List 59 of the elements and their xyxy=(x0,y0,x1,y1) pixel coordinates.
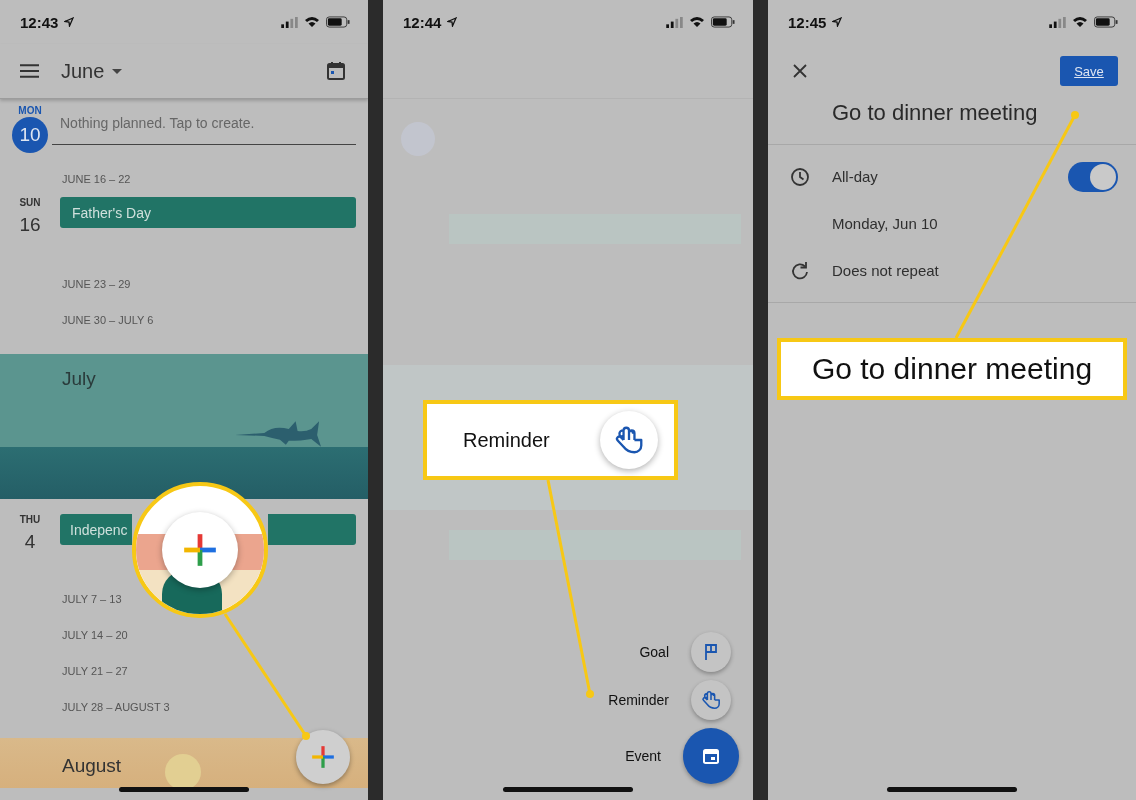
signal-icon xyxy=(1049,16,1066,28)
date-field[interactable]: Monday, Jun 10 xyxy=(832,215,938,232)
location-arrow-icon xyxy=(447,17,458,27)
status-time: 12:43 xyxy=(20,13,59,31)
location-arrow-icon xyxy=(64,17,75,27)
battery-icon xyxy=(711,16,735,28)
week-range-label: JULY 14 – 20 xyxy=(62,629,128,641)
weekday-label: THU xyxy=(19,514,41,525)
location-arrow-icon xyxy=(832,17,843,27)
weekday-label: MON xyxy=(18,105,42,116)
week-range-label: JUNE 30 – JULY 6 xyxy=(62,314,154,326)
signal-icon xyxy=(281,16,298,28)
event-button[interactable] xyxy=(683,728,739,784)
callout-label: Reminder xyxy=(463,428,551,452)
month-heading: July xyxy=(62,368,96,390)
week-range-label: JULY 21 – 27 xyxy=(62,665,128,677)
repeat-icon xyxy=(790,260,810,281)
hand-icon xyxy=(615,425,643,455)
empty-day-prompt[interactable]: Nothing planned. Tap to create. xyxy=(60,115,255,131)
sun-drawing xyxy=(165,754,201,790)
status-time: 12:45 xyxy=(788,13,827,31)
day-number: 16 xyxy=(19,214,41,236)
status-time: 12:44 xyxy=(403,13,442,31)
battery-icon xyxy=(1094,16,1118,28)
menu-icon[interactable] xyxy=(20,64,39,78)
event-chip[interactable]: Father's Day xyxy=(60,197,356,228)
week-range-label: JULY 28 – AUGUST 3 xyxy=(62,701,170,713)
callout-label: Go to dinner meeting xyxy=(811,352,1093,386)
all-day-toggle[interactable] xyxy=(1068,161,1118,192)
weekday-label: SUN xyxy=(19,197,41,208)
goal-button[interactable] xyxy=(691,632,731,672)
clock-icon xyxy=(790,166,810,187)
repeat-option[interactable]: Does not repeat xyxy=(832,262,939,279)
action-label: Reminder xyxy=(608,692,669,708)
battery-icon xyxy=(326,16,350,28)
all-day-label: All-day xyxy=(832,168,878,185)
day-number: 4 xyxy=(24,531,36,553)
week-range-label: JULY 7 – 13 xyxy=(62,593,122,605)
action-label: Event xyxy=(625,748,661,764)
wifi-icon xyxy=(689,16,705,28)
today-date[interactable]: 10 xyxy=(12,117,48,153)
event-chip[interactable]: Indepenc xyxy=(60,514,132,545)
month-heading: August xyxy=(62,755,122,777)
close-icon[interactable] xyxy=(793,64,807,78)
save-button[interactable]: Save xyxy=(1060,56,1118,86)
signal-icon xyxy=(666,16,683,28)
week-range-label: JUNE 16 – 22 xyxy=(62,173,131,185)
reminder-title-field[interactable]: Go to dinner meeting xyxy=(832,100,1038,126)
action-label: Goal xyxy=(639,644,669,660)
caret-icon xyxy=(112,68,123,74)
month-dropdown[interactable]: June xyxy=(61,59,123,83)
calendar-icon[interactable] xyxy=(326,61,346,81)
reminder-button[interactable] xyxy=(691,680,731,720)
plus-icon xyxy=(310,744,336,770)
wifi-icon xyxy=(1072,16,1088,28)
wifi-icon xyxy=(304,16,320,28)
hand-icon xyxy=(701,690,721,710)
calendar-icon xyxy=(701,746,721,766)
week-range-label: JUNE 23 – 29 xyxy=(62,278,131,290)
